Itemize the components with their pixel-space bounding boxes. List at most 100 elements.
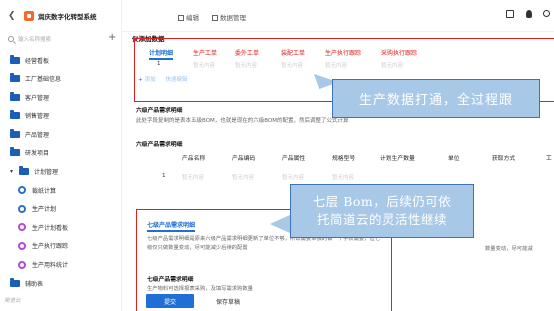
sidebar-item-sales[interactable]: 销售管理	[0, 108, 122, 124]
tab-data-management-label: 数据管理	[220, 14, 246, 22]
cell-placeholder[interactable]: 暂无内容	[232, 173, 254, 181]
folder-icon	[10, 147, 20, 157]
column-header: 单位	[448, 156, 460, 162]
dashboard-icon	[18, 241, 26, 250]
folder-icon	[10, 128, 20, 138]
callout-line: 七层 Bom，后续仍可依	[312, 194, 452, 209]
callout-pointer	[270, 214, 292, 234]
form-content: 计划明细 生产工单 委外工单 装配工单 生产执行跟踪 采购执行跟踪 1 暂无内容…	[122, 33, 554, 311]
sidebar-item-execution-tracking[interactable]: 生产执行跟踪	[0, 238, 122, 254]
tab-edit[interactable]: 编辑	[178, 12, 199, 22]
window-icon[interactable]	[506, 10, 514, 18]
form-icon	[18, 204, 26, 213]
section-description: 此处字段复制的是表本五级BOM，也就是现在的六级BOM的配置，然后调整了公式计算	[136, 118, 349, 124]
callout-line: 托简道云的灵活性继续	[316, 212, 447, 227]
cell-placeholder[interactable]: 暂无内容	[282, 173, 304, 181]
column-header: 规格型号	[332, 156, 356, 162]
section-title: 六级产品需求明细	[136, 108, 183, 114]
active-tab-underline	[147, 230, 195, 232]
bell-icon[interactable]	[526, 10, 532, 18]
sidebar-item-customers[interactable]: 客户管理	[0, 89, 122, 105]
tab-execution-tracking[interactable]: 生产执行跟踪	[325, 48, 361, 57]
active-tab-underline	[149, 58, 173, 60]
sidebar-item-paper-calc[interactable]: 裁纸计算	[0, 182, 122, 198]
folder-icon	[19, 166, 29, 176]
sidebar-item-aux-tables[interactable]: 辅助表	[0, 275, 122, 291]
tab-production-order[interactable]: 生产工单	[193, 48, 217, 57]
tab-plan-detail[interactable]: 计划明细	[149, 48, 173, 57]
add-row-link[interactable]: + 添加 快速编辑	[138, 75, 187, 83]
add-row-label: 添加	[144, 77, 156, 83]
sidebar-item-label: 裁纸计算	[32, 187, 57, 195]
sidebar-item-plan-board[interactable]: 生产计划看板	[0, 219, 122, 235]
tab-assembly-order[interactable]: 装配工单	[281, 48, 305, 57]
tab-outsourcing-order[interactable]: 委外工单	[235, 48, 259, 57]
section-title: 六级产品需求明细	[136, 142, 183, 148]
folder-icon	[10, 73, 20, 83]
sidebar-item-label: 计划管理	[34, 169, 59, 177]
sidebar-footer: 简道云	[4, 298, 21, 304]
cell-placeholder[interactable]: 暂无内容	[193, 61, 215, 69]
column-header: 获取方式	[492, 156, 516, 162]
tab-edit-label: 编辑	[186, 14, 199, 22]
subform-tabs: 计划明细 生产工单 委外工单 装配工单 生产执行跟踪 采购执行跟踪	[135, 45, 554, 60]
sidebar-item-material-stats[interactable]: 生产用料统计	[0, 257, 122, 273]
folder-icon	[10, 91, 20, 101]
plus-icon: +	[138, 77, 143, 83]
sidebar-item-label: 研发项目	[25, 150, 50, 158]
caret-down-icon: ▾	[10, 168, 14, 176]
sidebar-item-dashboard[interactable]: 经营看板	[0, 52, 122, 68]
form-icon	[18, 186, 26, 195]
add-icon[interactable]: +	[108, 32, 116, 44]
row-number: 1	[157, 61, 161, 67]
table-icon	[212, 15, 218, 21]
tab-purchase-tracking[interactable]: 采购执行跟踪	[381, 48, 417, 57]
tab-level7-detail[interactable]: 七级产品需求明细	[147, 220, 195, 229]
dashboard-icon	[18, 223, 26, 232]
cell-placeholder[interactable]: 暂无内容	[182, 173, 204, 181]
sidebar-item-production-plan[interactable]: 生产计划	[0, 201, 122, 217]
column-header: 计划生产数量	[380, 156, 415, 162]
folder-icon	[10, 54, 20, 64]
annotation-callout: 生产数据打通，全过程跟	[332, 79, 540, 118]
sidebar-item-label: 产品管理	[25, 131, 50, 139]
sidebar-menu: 经营看板 工厂基础信息 客户管理 销售管理 产品管理 研发项目 ▾ 计划管理 裁…	[0, 52, 122, 294]
sidebar-item-label: 生产计划看板	[32, 224, 69, 232]
app-title: 润庆数字化转型系统	[38, 13, 97, 21]
submit-button[interactable]: 提交	[146, 294, 194, 308]
sidebar-item-factory[interactable]: 工厂基础信息	[0, 71, 122, 87]
sidebar-item-label: 经营看板	[25, 57, 50, 65]
cell-placeholder[interactable]: 暂无内容	[332, 173, 354, 181]
cell-placeholder[interactable]: 暂无内容	[235, 61, 257, 69]
cell-placeholder[interactable]: 暂无内容	[281, 61, 303, 69]
sidebar-item-label: 客户管理	[25, 94, 50, 102]
section-title: 七级产品需求明细	[147, 277, 194, 283]
sidebar-item-label: 销售管理	[25, 113, 50, 121]
folder-icon	[10, 277, 20, 287]
sidebar-item-label: 辅助表	[25, 280, 44, 288]
sidebar: ❮ 润庆数字化转型系统 输入名称搜索 + 经营看板 工厂基础信息 客户管理 销售…	[0, 0, 122, 311]
column-header: 产品名称	[182, 156, 206, 162]
annotation-callout: 七层 Bom，后续仍可依 托简道云的灵活性继续	[290, 184, 474, 238]
quick-edit-link[interactable]: 快速编辑	[165, 77, 187, 83]
overflow-description: 数量变动，尽可能减	[485, 246, 533, 252]
tab-data-management[interactable]: 数据管理	[212, 12, 246, 22]
sidebar-item-label: 生产执行跟踪	[32, 243, 69, 251]
chevron-left-icon[interactable]: ❮	[8, 11, 16, 21]
cell-placeholder[interactable]: 暂无内容	[381, 61, 403, 69]
search-icon	[8, 36, 14, 42]
sidebar-header: ❮ 润庆数字化转型系统	[0, 0, 122, 32]
sidebar-item-label: 工厂基础信息	[25, 76, 62, 84]
column-header: 产品属性	[282, 156, 306, 162]
sidebar-item-planning[interactable]: ▾ 计划管理	[0, 164, 122, 180]
sidebar-item-products[interactable]: 产品管理	[0, 126, 122, 142]
sidebar-search[interactable]: 输入名称搜索	[8, 33, 108, 45]
sidebar-item-label: 生产计划	[32, 206, 57, 214]
save-draft-button[interactable]: 保存草稿	[208, 294, 248, 308]
settings-icon[interactable]	[543, 10, 550, 17]
sidebar-item-rd[interactable]: 研发项目	[0, 145, 122, 161]
folder-icon	[10, 110, 20, 120]
section-description: 生产物料可选择报表采购，及填写需求购数量	[147, 286, 253, 292]
sidebar-item-label: 生产用料统计	[32, 262, 69, 270]
search-input[interactable]: 输入名称搜索	[18, 35, 51, 43]
